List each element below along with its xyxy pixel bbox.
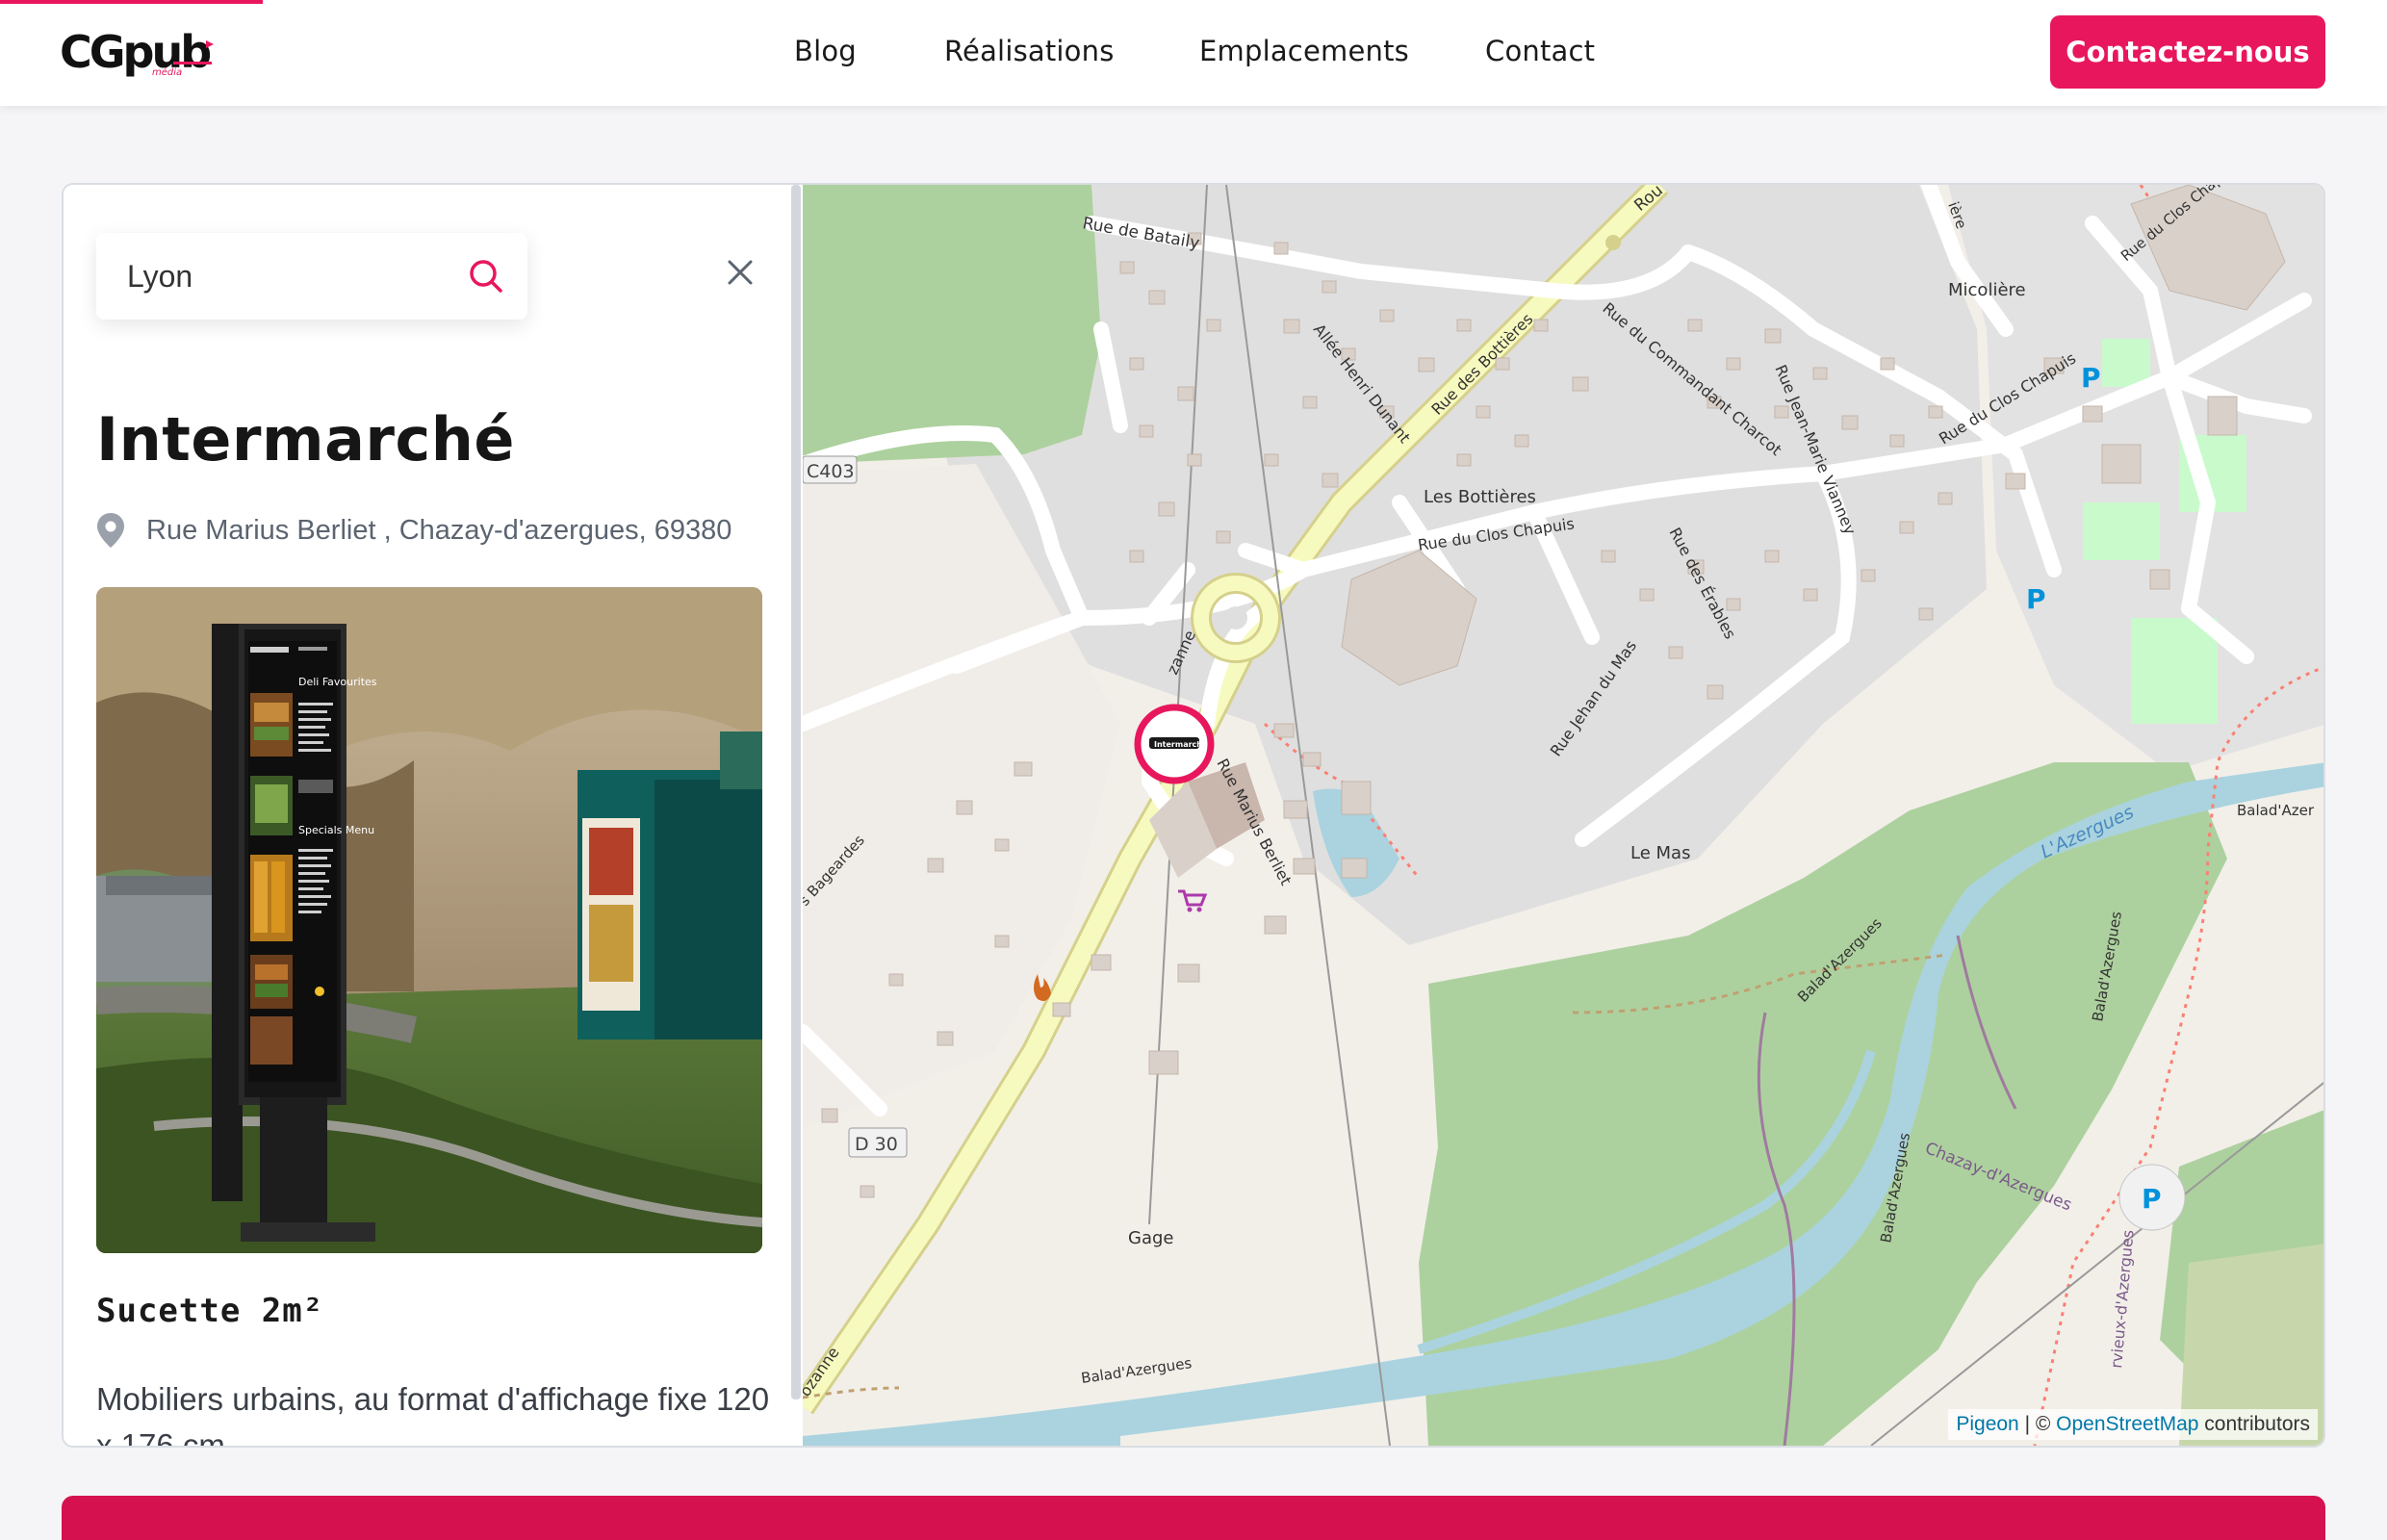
- format-description: Mobiliers urbains, au format d'affichage…: [96, 1381, 770, 1448]
- map-label-rvieux: rvieux-d'Azergues: [2107, 1229, 2137, 1369]
- marker-brand-text: Intermarché: [1154, 739, 1208, 749]
- attribution-separator: | ©: [2018, 1413, 2057, 1435]
- map-label-d30: D 30: [855, 1134, 898, 1155]
- contact-us-button[interactable]: Contactez-nous: [2050, 15, 2325, 89]
- panel-scrollbar[interactable]: [791, 185, 801, 1399]
- map-parking-3: P: [2142, 1183, 2162, 1215]
- map-parking-1: P: [2081, 362, 2101, 394]
- nav-emplacements[interactable]: Emplacements: [1199, 35, 1409, 67]
- map-label-c403: C403: [807, 461, 855, 482]
- nav-realisations[interactable]: Réalisations: [944, 35, 1115, 67]
- map-label-micoliere: Micolière: [1948, 280, 2026, 300]
- map-label-les-bottieres: Les Bottières: [1424, 487, 1536, 507]
- search-icon[interactable]: [466, 256, 506, 296]
- location-title: Intermarché: [96, 404, 515, 475]
- map-label-gage: Gage: [1128, 1228, 1173, 1248]
- map-label-balad-4: Balad'Azergues: [1080, 1354, 1193, 1387]
- nav-blog[interactable]: Blog: [794, 35, 857, 67]
- search-input[interactable]: [127, 252, 454, 300]
- attribution-provider-link[interactable]: Pigeon: [1956, 1413, 2018, 1435]
- format-title: Sucette 2m²: [96, 1292, 324, 1330]
- location-pin-icon: [97, 513, 124, 548]
- close-icon[interactable]: [720, 252, 760, 293]
- map-canvas[interactable]: Rue de Bataily Allée Henri Dunant Rue de…: [803, 185, 2325, 1446]
- attribution-suffix: contributors: [2198, 1413, 2310, 1435]
- location-address: Rue Marius Berliet , Chazay-d'azergues, …: [96, 512, 732, 549]
- location-photo: Deli Favourites Specials Menu: [96, 587, 762, 1253]
- map-label-balad-5: Balad'Azer: [2237, 802, 2315, 819]
- map-fire-icon: [1034, 974, 1051, 1001]
- location-card: Intermarché Rue Marius Berliet , Chazay-…: [62, 183, 2325, 1448]
- site-header: CGpub média Blog Réalisations Emplacemen…: [0, 0, 2387, 106]
- map-parking-2: P: [2026, 583, 2046, 615]
- location-details-panel[interactable]: Intermarché Rue Marius Berliet , Chazay-…: [64, 185, 803, 1448]
- address-text: Rue Marius Berliet , Chazay-d'azergues, …: [146, 514, 732, 546]
- map-attribution: Pigeon | © OpenStreetMap contributors: [1948, 1409, 2318, 1440]
- screen-heading-specials: Specials Menu: [298, 824, 374, 836]
- map-supermarket-icon: [1178, 889, 1208, 912]
- map-view[interactable]: Rue de Bataily Allée Henri Dunant Rue de…: [803, 185, 2325, 1446]
- main-nav: Blog Réalisations Emplacements Contact: [0, 0, 2387, 106]
- search-box: [96, 233, 527, 320]
- screen-heading-deli: Deli Favourites: [298, 676, 377, 688]
- map-label-le-mas: Le Mas: [1630, 843, 1690, 863]
- nav-contact[interactable]: Contact: [1485, 35, 1595, 67]
- map-location-marker[interactable]: Intermarché: [1134, 704, 1215, 784]
- attribution-osm-link[interactable]: OpenStreetMap: [2056, 1413, 2198, 1435]
- footer-band: [62, 1496, 2325, 1540]
